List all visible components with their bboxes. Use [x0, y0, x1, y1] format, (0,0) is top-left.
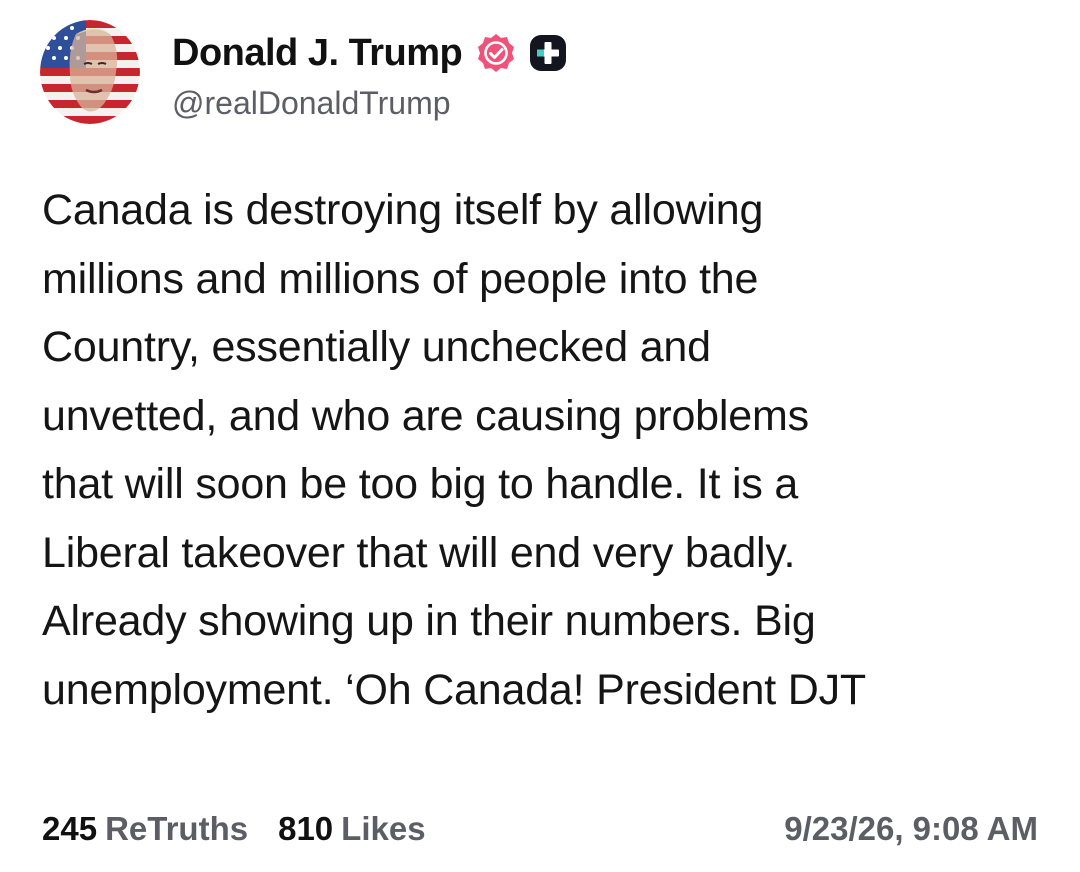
avatar[interactable] [40, 20, 140, 124]
verified-badge-icon [474, 31, 518, 75]
likes-label: Likes [341, 809, 426, 847]
author-name-row: Donald J. Trump [172, 28, 568, 78]
author-handle[interactable]: @realDonaldTrump [172, 84, 451, 122]
avatar-image [40, 20, 140, 124]
post-card: Donald J. Trump @realDonaldTrump Canada … [0, 0, 1080, 872]
post-timestamp[interactable]: 9/23/26, 9:08 AM [784, 812, 1038, 845]
retruths-stat[interactable]: 245 ReTruths [42, 812, 248, 845]
post-footer: 245 ReTruths 810 Likes 9/23/26, 9:08 AM [42, 803, 1038, 853]
retruths-label: ReTruths [105, 809, 249, 847]
post-body-text: Canada is destroying itself by allowing … [42, 186, 866, 714]
likes-count: 810 [278, 809, 334, 847]
author-display-name[interactable]: Donald J. Trump [172, 34, 463, 72]
likes-stat[interactable]: 810 Likes [278, 812, 425, 845]
plus-badge-icon [528, 33, 568, 73]
retruths-count: 245 [42, 809, 98, 847]
